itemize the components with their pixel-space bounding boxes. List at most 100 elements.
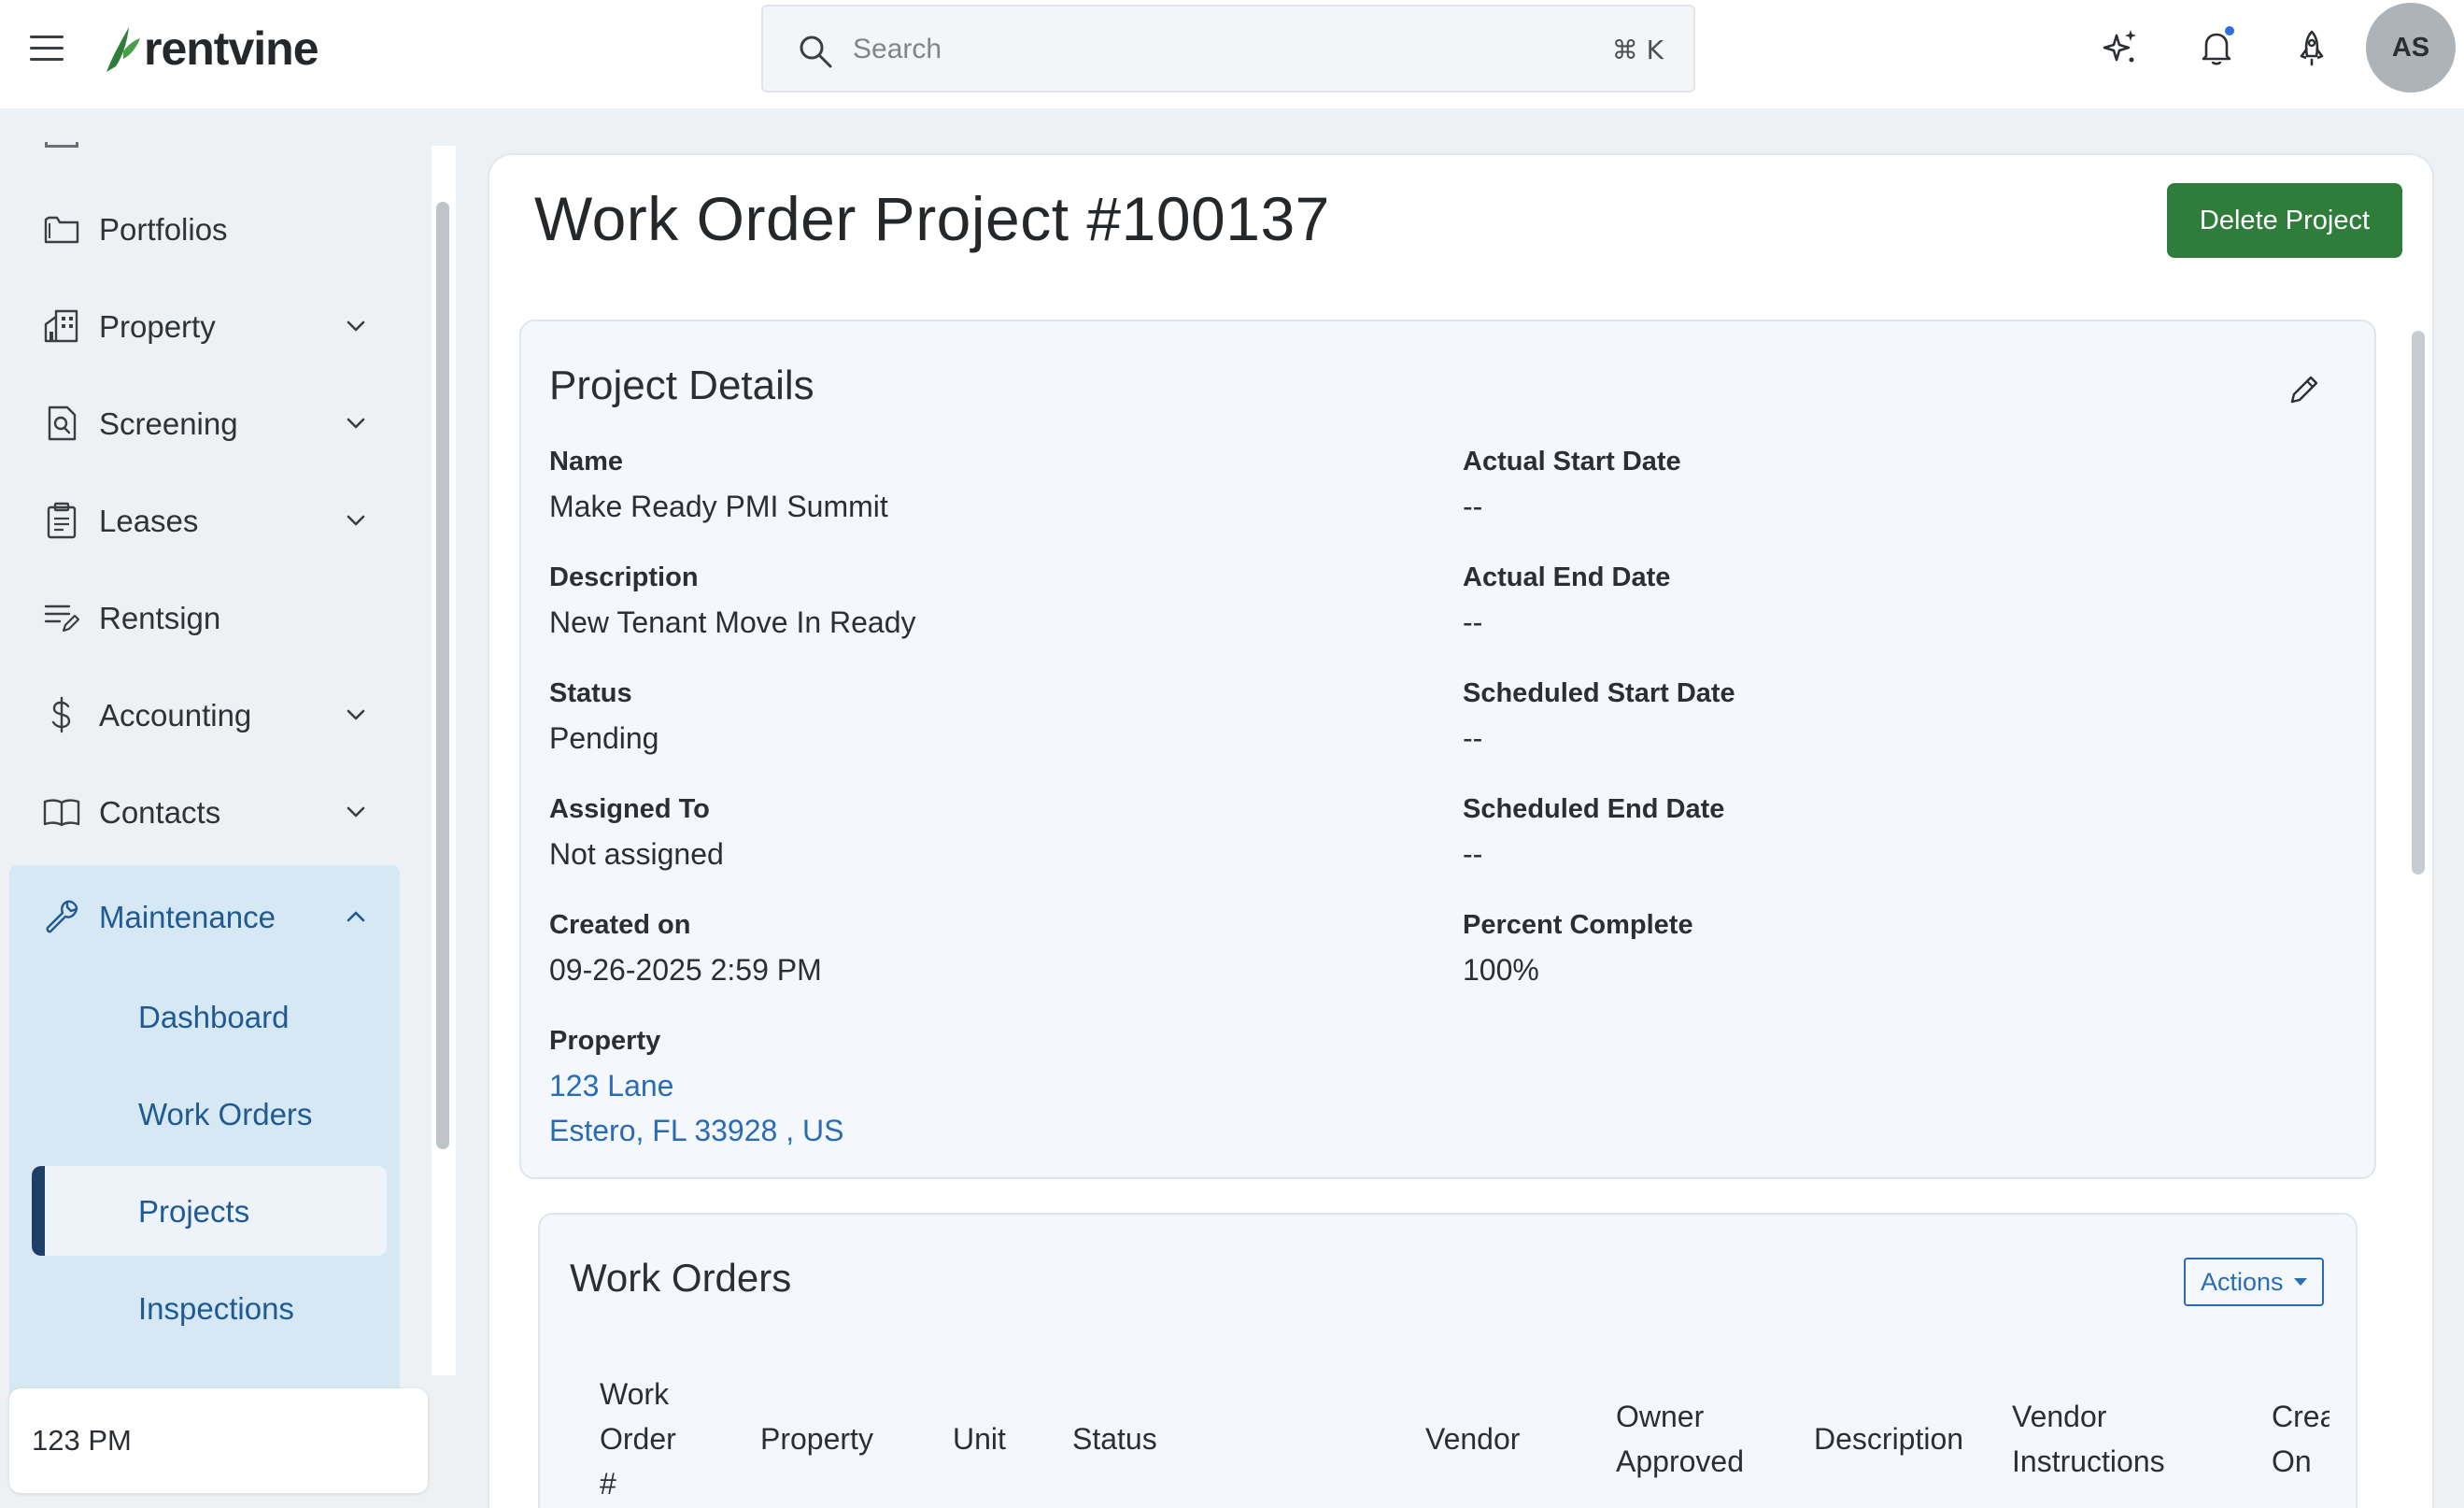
column-header-text: Owner [1616, 1400, 1705, 1433]
main-scrollbar[interactable] [2408, 321, 2429, 1508]
sidebar-item-label: Portfolios [99, 212, 228, 247]
sidebar-subitem-label: Inspections [138, 1291, 294, 1326]
page-title: Work Order Project #100137 [534, 184, 1330, 253]
sidebar-item-property[interactable]: Property [9, 284, 400, 368]
wrench-icon [41, 896, 82, 937]
book-icon [41, 791, 82, 832]
search-shortcut: ⌘ K [1611, 35, 1664, 65]
column-header-unit[interactable]: Unit [953, 1416, 1006, 1461]
rentvine-leaf-icon [106, 27, 140, 72]
rocket-icon[interactable] [2290, 26, 2333, 69]
brand-name: rentvine [144, 22, 319, 75]
name-label: Name [549, 447, 623, 477]
sidebar-item-leases[interactable]: Leases [9, 478, 400, 562]
sidebar-scrollbar-thumb[interactable] [436, 202, 449, 1149]
sidebar: Portfolios Property Screening Leases Ren… [0, 108, 458, 1508]
top-bar: rentvine ⌘ K AS [0, 0, 2464, 108]
project-details-panel: Project Details Name Make Ready PMI Summ… [519, 320, 2376, 1179]
chevron-down-icon [342, 312, 370, 340]
column-header-created-on[interactable]: Created On [2272, 1394, 2329, 1484]
description-value: New Tenant Move In Ready [549, 605, 916, 639]
main-scrollbar-thumb[interactable] [2412, 331, 2425, 875]
sidebar-item-maintenance[interactable]: Maintenance [9, 875, 400, 959]
caret-down-icon [2294, 1278, 2307, 1286]
column-header-text: Created [2272, 1400, 2329, 1433]
notification-dot [2223, 24, 2236, 37]
chevron-down-icon [342, 701, 370, 729]
created-on-value: 09-26-2025 2:59 PM [549, 953, 822, 987]
percent-complete-label: Percent Complete [1463, 910, 1693, 940]
sparkle-icon[interactable] [2098, 26, 2141, 69]
sidebar-item-label: Rentsign [99, 601, 221, 635]
sidebar-footer[interactable]: 123 PM [9, 1388, 428, 1493]
actions-label: Actions [2201, 1267, 2284, 1296]
sidebar-subitem-inspections[interactable]: Inspections [32, 1263, 387, 1353]
column-header-description[interactable]: Description [1814, 1416, 1963, 1461]
chevron-down-icon [342, 506, 370, 534]
sidebar-item-label: Property [99, 309, 216, 344]
description-label: Description [549, 562, 699, 592]
sidebar-footer-text: 123 PM [32, 1424, 132, 1457]
column-header-text: Instructions [2012, 1444, 2165, 1478]
hamburger-icon[interactable] [30, 36, 64, 64]
user-avatar[interactable]: AS [2366, 3, 2456, 92]
document-search-icon [41, 403, 82, 444]
sidebar-subitem-label: Projects [138, 1194, 250, 1229]
clipboard-icon [41, 500, 82, 541]
sidebar-subitem-dashboard[interactable]: Dashboard [32, 972, 387, 1061]
column-header-text: Order [600, 1422, 676, 1456]
actual-end-date-label: Actual End Date [1463, 562, 1671, 592]
sidebar-subitem-work-orders[interactable]: Work Orders [32, 1069, 387, 1159]
pencil-icon[interactable] [2285, 372, 2322, 409]
delete-project-button[interactable]: Delete Project [2167, 183, 2402, 258]
sidebar-item-label: Maintenance [99, 900, 276, 934]
column-header-work-order[interactable]: Work Order # [600, 1372, 676, 1506]
scheduled-start-date-value: -- [1463, 721, 1483, 755]
name-value: Make Ready PMI Summit [549, 490, 888, 523]
property-link-street[interactable]: 123 Lane [549, 1069, 673, 1103]
status-value: Pending [549, 721, 659, 755]
main-content: Work Order Project #100137 Delete Projec… [488, 153, 2434, 1508]
percent-complete-value: 100% [1463, 953, 1539, 987]
sidebar-subitem-label: Dashboard [138, 1000, 290, 1034]
column-header-property[interactable]: Property [760, 1416, 873, 1461]
scheduled-end-date-value: -- [1463, 837, 1483, 871]
actions-dropdown-button[interactable]: Actions [2184, 1258, 2324, 1306]
sidebar-item-label: Contacts [99, 795, 221, 830]
status-label: Status [549, 678, 632, 708]
column-header-vendor[interactable]: Vendor [1425, 1416, 1520, 1461]
bell-icon[interactable] [2195, 24, 2238, 69]
property-link-city[interactable]: Estero, FL 33928 , US [549, 1114, 843, 1148]
chevron-up-icon [342, 903, 370, 931]
search-input[interactable] [853, 27, 1507, 72]
column-header-text: Approved [1616, 1444, 1744, 1478]
column-header-text: Work [600, 1377, 670, 1411]
chevron-down-icon [342, 409, 370, 437]
dashboard-icon-partial [45, 142, 78, 148]
rentvine-logo[interactable]: rentvine [103, 22, 319, 75]
property-label: Property [549, 1026, 661, 1056]
search-bar[interactable]: ⌘ K [761, 5, 1695, 92]
sidebar-item-portfolios[interactable]: Portfolios [9, 187, 400, 271]
sidebar-item-accounting[interactable]: Accounting [9, 673, 400, 757]
work-orders-title: Work Orders [570, 1256, 792, 1300]
column-header-text: Vendor [2012, 1400, 2107, 1433]
sidebar-item-label: Accounting [99, 698, 252, 733]
project-details-title: Project Details [549, 363, 814, 408]
column-header-status[interactable]: Status [1072, 1416, 1157, 1461]
building-icon [41, 306, 82, 347]
actual-start-date-value: -- [1463, 490, 1483, 523]
column-header-owner-approved[interactable]: Owner Approved [1616, 1394, 1744, 1484]
sidebar-item-contacts[interactable]: Contacts [9, 770, 400, 854]
column-header-vendor-instructions[interactable]: Vendor Instructions [2012, 1394, 2165, 1484]
sidebar-subitem-label: Work Orders [138, 1097, 313, 1131]
column-header-text: # [600, 1467, 616, 1501]
signature-icon [41, 597, 82, 638]
sidebar-subitem-projects[interactable]: Projects [32, 1166, 387, 1256]
sidebar-scrollbar[interactable] [432, 146, 456, 1375]
sidebar-item-label: Leases [99, 504, 199, 538]
sidebar-item-rentsign[interactable]: Rentsign [9, 576, 400, 660]
assigned-to-label: Assigned To [549, 794, 710, 824]
created-on-label: Created on [549, 910, 691, 940]
sidebar-item-screening[interactable]: Screening [9, 381, 400, 465]
